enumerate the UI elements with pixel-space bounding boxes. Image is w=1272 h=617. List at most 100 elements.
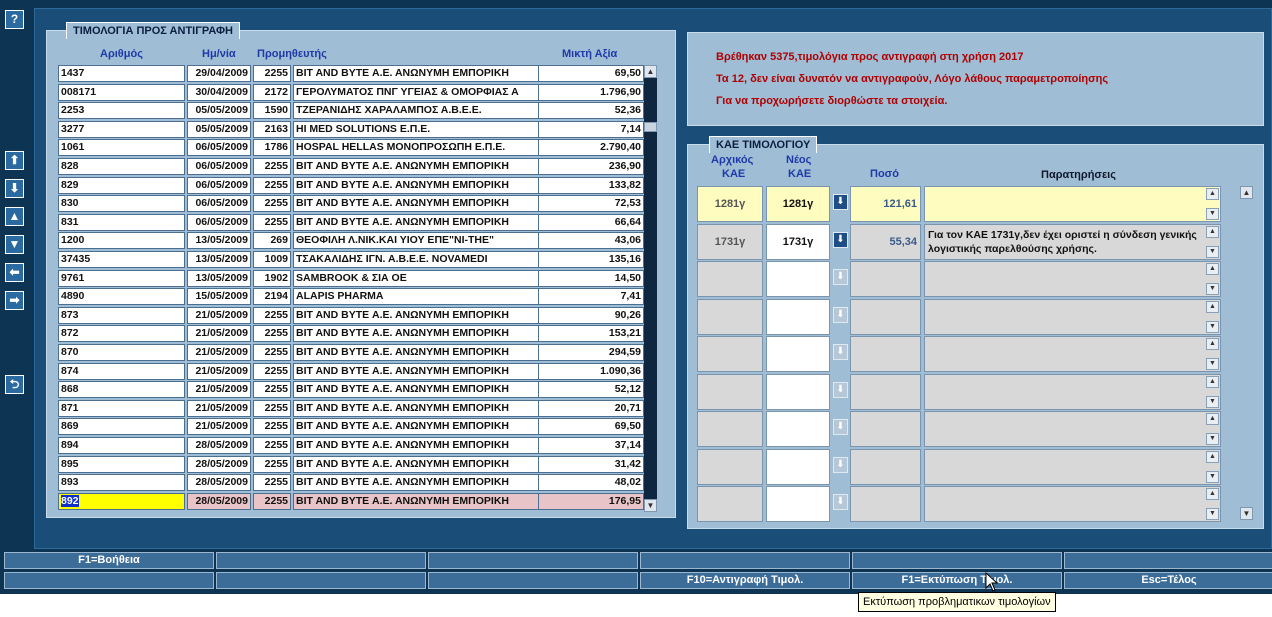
invoice-date[interactable]: 21/05/2009 [187, 418, 251, 436]
invoices-scrollbar[interactable]: ▲ ▼ [644, 65, 657, 512]
invoice-date[interactable]: 06/05/2009 [187, 158, 251, 175]
invoice-row[interactable]: 870 21/05/2009 2255 BIT AND BYTE Α.Ε. ΑΝΩΝΥ… [58, 344, 644, 361]
invoice-row[interactable]: 873 21/05/2009 2255 BIT AND BYTE Α.Ε. ΑΝΩΝΥ… [58, 306, 644, 324]
notes-scroll-up-icon[interactable]: ▲ [1206, 338, 1219, 350]
invoice-amount[interactable]: 69,50 [538, 65, 644, 82]
invoice-date[interactable]: 21/05/2009 [187, 325, 251, 343]
notes-scroll-down-icon[interactable]: ▼ [1206, 358, 1219, 370]
kae-scroll-up-icon[interactable]: ▲ [1240, 186, 1253, 199]
invoice-number[interactable]: 4890 [58, 288, 185, 306]
invoice-number[interactable]: 2253 [58, 102, 185, 120]
help-button[interactable]: ? [5, 10, 24, 29]
supplier-code[interactable]: 2172 [253, 83, 291, 101]
supplier-code[interactable]: 2163 [253, 120, 291, 138]
kae-lookup-button[interactable]: ⬇ [833, 261, 849, 297]
invoice-amount[interactable]: 294,59 [538, 344, 644, 361]
invoice-amount[interactable]: 1.090,36 [538, 362, 644, 380]
supplier-code[interactable]: 2255 [253, 492, 291, 510]
invoice-row[interactable]: 008171 30/04/2009 2172 ΓΕΡΟΛΥΜΑΤΟΣ ΠΝΓ ΥΓΕΙ… [58, 83, 644, 101]
invoice-amount[interactable]: 72,53 [538, 195, 644, 213]
invoice-amount[interactable]: 20,71 [538, 399, 644, 417]
invoice-amount[interactable]: 43,06 [538, 232, 644, 250]
invoice-row[interactable]: 37435 13/05/2009 1009 ΤΣΑΚΑΛΙΔΗΣ ΙΓΝ. Α.Β.Ε… [58, 251, 644, 268]
function-key-row1-1[interactable] [216, 552, 426, 569]
invoice-date[interactable]: 15/05/2009 [187, 288, 251, 306]
function-key-row1-5[interactable] [1064, 552, 1272, 569]
invoice-number[interactable]: 831 [58, 213, 185, 231]
supplier-code[interactable]: 2194 [253, 288, 291, 306]
supplier-code[interactable]: 2255 [253, 325, 291, 343]
kae-lookup-button[interactable]: ⬇ [833, 336, 849, 372]
invoice-number[interactable]: 9761 [58, 269, 185, 287]
function-key-row2-3[interactable]: F10=Αντιγραφή Τιμολ. [640, 572, 850, 589]
function-key-row1-3[interactable] [640, 552, 850, 569]
invoice-row[interactable]: 868 21/05/2009 2255 BIT AND BYTE Α.Ε. ΑΝΩΝΥ… [58, 381, 644, 399]
invoice-date[interactable]: 28/05/2009 [187, 437, 251, 454]
notes-scroll-down-icon[interactable]: ▼ [1206, 508, 1219, 520]
invoice-date[interactable]: 05/05/2009 [187, 102, 251, 120]
supplier-code[interactable]: 2255 [253, 399, 291, 417]
invoice-date[interactable]: 06/05/2009 [187, 176, 251, 194]
invoice-row[interactable]: 893 28/05/2009 2255 BIT AND BYTE Α.Ε. ΑΝΩΝΥ… [58, 474, 644, 492]
invoice-row[interactable]: 1437 29/04/2009 2255 BIT AND BYTE Α.Ε. ΑΝΩΝ… [58, 65, 644, 82]
notes-scroll-up-icon[interactable]: ▲ [1206, 225, 1219, 238]
arrow-right-icon[interactable]: ➡ [5, 291, 24, 310]
kae-notes[interactable]: Για τον ΚΑΕ 1731γ,δεν έχει οριστεί η σύν… [924, 223, 1221, 260]
supplier-code[interactable]: 2255 [253, 362, 291, 380]
invoice-number[interactable]: 1200 [58, 232, 185, 250]
kae-scrollbar[interactable]: ▲ ▼ [1240, 186, 1253, 520]
notes-scroll-up-icon[interactable]: ▲ [1206, 300, 1219, 313]
new-kae-input[interactable] [766, 261, 830, 297]
arrow-down-bold-icon[interactable]: ⬇ [5, 179, 24, 198]
notes-scroll-down-icon[interactable]: ▼ [1206, 320, 1219, 333]
notes-scroll-up-icon[interactable]: ▲ [1206, 263, 1219, 275]
invoice-amount[interactable]: 176,95 [538, 492, 644, 510]
invoice-amount[interactable]: 52,12 [538, 381, 644, 399]
notes-scroll-down-icon[interactable]: ▼ [1206, 245, 1219, 258]
invoice-amount[interactable]: 7,41 [538, 288, 644, 306]
function-key-row1-4[interactable] [852, 552, 1062, 569]
notes-scroll-up-icon[interactable]: ▲ [1206, 413, 1219, 425]
new-kae-input[interactable] [766, 448, 830, 485]
invoice-number[interactable]: 3277 [58, 120, 185, 138]
kae-lookup-button[interactable]: ⬇ [833, 411, 849, 447]
invoice-row[interactable]: 829 06/05/2009 2255 BIT AND BYTE Α.Ε. ΑΝΩΝΥ… [58, 176, 644, 194]
invoice-date[interactable]: 06/05/2009 [187, 139, 251, 157]
function-key-row2-1[interactable] [216, 572, 426, 589]
new-kae-input[interactable] [766, 486, 830, 522]
invoice-date[interactable]: 13/05/2009 [187, 269, 251, 287]
supplier-code[interactable]: 2255 [253, 381, 291, 399]
kae-lookup-button[interactable]: ⬇ [833, 298, 849, 335]
new-kae-input[interactable]: 1731γ [766, 223, 830, 260]
invoice-number[interactable]: 874 [58, 362, 185, 380]
scroll-up-icon[interactable]: ▲ [644, 65, 657, 78]
notes-scroll-up-icon[interactable]: ▲ [1206, 188, 1219, 200]
invoice-amount[interactable]: 48,02 [538, 474, 644, 492]
invoice-date[interactable]: 05/05/2009 [187, 120, 251, 138]
invoice-row[interactable]: 3277 05/05/2009 2163 HI MED SOLUTIONS Ε.Π.Ε… [58, 120, 644, 138]
invoice-number[interactable]: 868 [58, 381, 185, 399]
invoice-number[interactable]: 1061 [58, 139, 185, 157]
invoice-number[interactable]: 894 [58, 437, 185, 454]
kae-notes[interactable]: ▲ ▼ [924, 486, 1221, 522]
invoice-date[interactable]: 21/05/2009 [187, 381, 251, 399]
notes-scroll-down-icon[interactable]: ▼ [1206, 395, 1219, 408]
invoice-row[interactable]: 2253 05/05/2009 1590 ΤΖΕΡΑΝΙΔΗΣ ΧΑΡΑΛΑΜΠΟΣ … [58, 102, 644, 120]
supplier-code[interactable]: 1902 [253, 269, 291, 287]
new-kae-input[interactable] [766, 373, 830, 410]
invoice-date[interactable]: 28/05/2009 [187, 455, 251, 473]
invoice-amount[interactable]: 236,90 [538, 158, 644, 175]
supplier-code[interactable]: 2255 [253, 158, 291, 175]
supplier-code[interactable]: 269 [253, 232, 291, 250]
notes-scroll-up-icon[interactable]: ▲ [1206, 375, 1219, 388]
invoice-amount[interactable]: 37,14 [538, 437, 644, 454]
new-kae-input[interactable] [766, 411, 830, 447]
invoice-row[interactable]: 869 21/05/2009 2255 BIT AND BYTE Α.Ε. ΑΝΩΝΥ… [58, 418, 644, 436]
supplier-code[interactable]: 1786 [253, 139, 291, 157]
new-kae-input[interactable] [766, 298, 830, 335]
invoice-amount[interactable]: 153,21 [538, 325, 644, 343]
scroll-down-icon[interactable]: ▼ [644, 499, 657, 512]
invoice-number[interactable]: 830 [58, 195, 185, 213]
notes-scroll-down-icon[interactable]: ▼ [1206, 433, 1219, 445]
invoice-number[interactable]: 828 [58, 158, 185, 175]
